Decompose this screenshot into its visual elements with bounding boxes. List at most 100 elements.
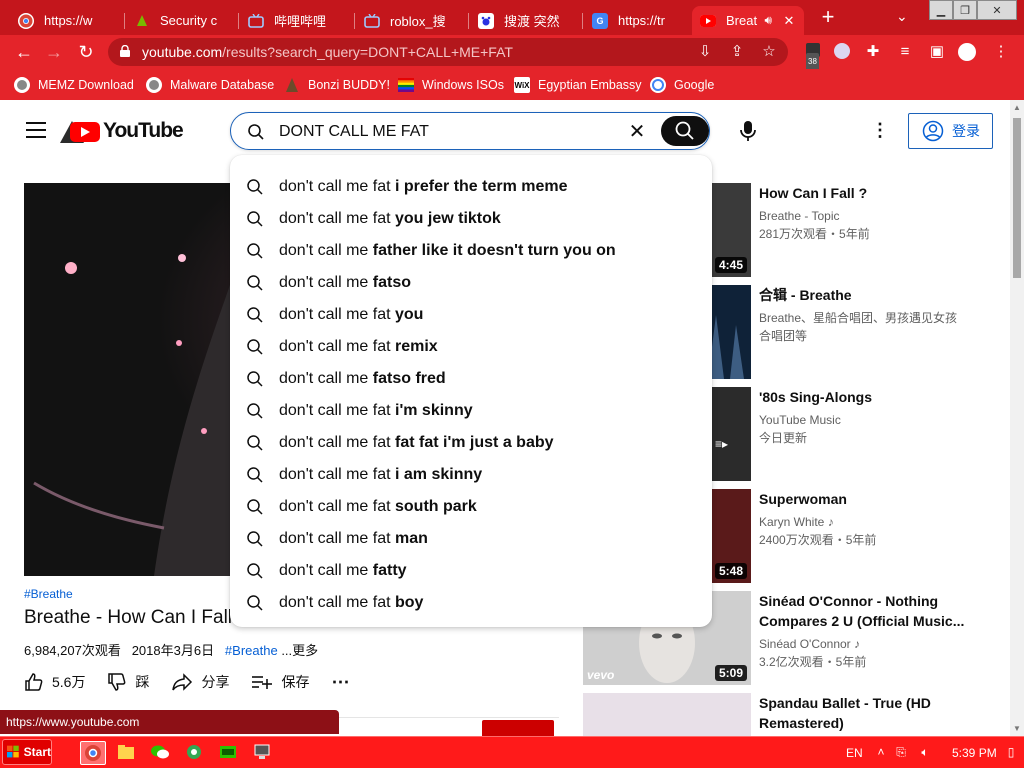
media-controls-icon[interactable]: ≡ [896,43,914,61]
search-suggestion[interactable]: don't call me fat fat fat i'm just a bab… [230,427,712,459]
duration-badge: 5:09 [714,665,747,681]
wechat-icon[interactable] [148,741,174,765]
bookmark-malware-db[interactable]: Malware Database [146,75,274,95]
recommendation-channel[interactable]: Karyn White ♪ [759,513,979,531]
recommendation-title[interactable]: How Can I Fall ? [759,183,969,203]
tab-7-active[interactable]: Breat 🔊︎ ✕ [692,6,804,35]
more-actions-icon[interactable]: ⋯ [331,672,349,693]
search-suggestion[interactable]: don't call me fatso [230,267,712,299]
maximize-button[interactable]: ❐ [953,0,977,20]
save-button[interactable]: 保存 [251,672,309,692]
recommendation-channel[interactable]: Sinéad O'Connor ♪ [759,635,979,653]
notification-icon[interactable]: ▯ [1004,745,1018,761]
start-button[interactable]: Start [2,739,52,765]
subscribe-button[interactable] [482,720,554,736]
puzzle-icon[interactable]: ✚ [864,43,882,61]
recommendation-channel[interactable]: Breathe - Topic [759,207,979,225]
search-suggestion[interactable]: don't call me fat i'm skinny [230,395,712,427]
menu-icon[interactable] [26,122,46,138]
like-button[interactable]: 5.6万 [24,672,85,692]
chrome-taskbar-icon[interactable] [80,741,106,765]
profile-extension-icon[interactable] [834,43,852,61]
share-button[interactable]: 分享 [171,672,229,692]
recommendation-title[interactable]: Superwoman [759,489,969,509]
search-suggestion[interactable]: don't call me fatso fred [230,363,712,395]
install-icon[interactable]: ⇩ [696,43,714,61]
inline-hashtag-link[interactable]: #Breathe [225,643,278,658]
share-icon[interactable]: ⇪ [728,43,746,61]
search-suggestion[interactable]: don't call me fat you [230,299,712,331]
bookmark-memz[interactable]: MEMZ Download [14,75,134,95]
bookmark-egyptian-embassy[interactable]: WiX Egyptian Embassy [514,75,642,95]
reload-button[interactable]: ↻ [76,42,96,62]
tab-5[interactable]: 搜渡 突然 [470,6,580,35]
minimize-button[interactable]: ▁ [929,0,953,20]
volume-icon[interactable]: 🔈︎ [918,745,932,761]
tray-arrow-icon[interactable]: ˄ [874,745,888,761]
side-panel-icon[interactable]: ▣ [928,43,946,61]
search-button[interactable] [661,116,709,146]
recommendation-title[interactable]: '80s Sing-Alongs [759,387,969,407]
bookmark-star-icon[interactable]: ☆ [760,43,778,61]
search-suggestion[interactable]: don't call me fat remix [230,331,712,363]
tab-6[interactable]: G https://tr [584,6,690,35]
network-icon[interactable]: ⎘ [894,745,908,761]
bookmark-google[interactable]: Google [650,75,714,95]
tab-4[interactable]: roblox_搜 [356,6,466,35]
search-bar[interactable]: ✕ [230,112,710,150]
dislike-button[interactable]: 踩 [107,672,149,692]
window-close-button[interactable]: ✕ [977,0,1017,20]
scrollbar-thumb[interactable] [1013,118,1021,278]
clear-search-icon[interactable]: ✕ [627,122,647,142]
scroll-up-icon[interactable]: ▲ [1013,103,1021,112]
chrome-alt-icon[interactable] [182,741,208,765]
search-suggestion[interactable]: don't call me fat you jew tiktok [230,203,712,235]
tab-1[interactable]: https://w [10,6,122,35]
folder-icon[interactable] [114,741,140,765]
bookmark-windows-isos[interactable]: Windows ISOs [398,75,504,95]
search-suggestion[interactable]: don't call me fatty [230,555,712,587]
back-button[interactable]: ← [14,42,34,62]
show-more-link[interactable]: ...更多 [281,643,318,658]
recommendation-channel[interactable]: Breathe、星船合唱团、男孩遇见女孩合唱团等 [759,309,964,345]
tab-3[interactable]: 哔哩哔哩 [240,6,352,35]
tab-2[interactable]: Security c [126,6,236,35]
page-scrollbar[interactable]: ▲ ▼ [1010,100,1024,736]
url-text[interactable]: youtube.com/results?search_query=DONT+CA… [142,44,513,60]
close-icon[interactable]: ✕ [782,13,796,29]
bookmark-bonzi[interactable]: Bonzi BUDDY! [284,75,390,95]
search-suggestion[interactable]: don't call me fat i am skinny [230,459,712,491]
voice-search-button[interactable] [730,113,766,149]
more-options-icon[interactable]: ⋮ [870,120,890,140]
chevron-down-icon[interactable]: ⌄ [896,8,908,25]
computer-icon[interactable] [250,741,276,765]
search-suggestion[interactable]: don't call me fat boy [230,587,712,619]
recommendation-title[interactable]: 合辑 - Breathe [759,285,969,305]
input-language-indicator[interactable]: EN [846,746,863,760]
youtube-logo[interactable]: YouTube [58,117,184,145]
new-tab-button[interactable]: + [816,6,840,30]
video-hashtag-link[interactable]: #Breathe [24,587,73,601]
lock-icon[interactable] [120,45,130,57]
scroll-down-icon[interactable]: ▼ [1013,724,1021,733]
terminal-icon[interactable] [216,741,242,765]
search-suggestion[interactable]: don't call me fat south park [230,491,712,523]
extension-icon[interactable]: 38 [804,43,822,71]
video-thumbnail[interactable] [583,693,751,736]
sign-in-button[interactable]: 登录 [908,113,993,149]
recommendation-channel[interactable]: YouTube Music [759,411,979,429]
speaker-icon[interactable]: 🔊︎ [764,13,772,28]
search-input[interactable] [279,121,619,143]
account-icon[interactable] [958,43,976,61]
search-suggestion[interactable]: don't call me father like it doesn't tur… [230,235,712,267]
suggestion-completion-text: south park [390,498,477,515]
address-bar[interactable]: youtube.com/results?search_query=DONT+CA… [108,38,788,66]
forward-button[interactable]: → [44,42,64,62]
recommendation-item[interactable]: Spandau Ballet - True (HD Remastered) [583,693,1003,736]
clock[interactable]: 5:39 PM [952,746,997,760]
recommendation-title[interactable]: Sinéad O'Connor - Nothing Compares 2 U (… [759,591,969,631]
search-suggestion[interactable]: don't call me fat man [230,523,712,555]
recommendation-title[interactable]: Spandau Ballet - True (HD Remastered) [759,693,969,733]
chrome-menu-icon[interactable]: ⋮ [992,43,1010,61]
search-suggestion[interactable]: don't call me fat i prefer the term meme [230,171,712,203]
